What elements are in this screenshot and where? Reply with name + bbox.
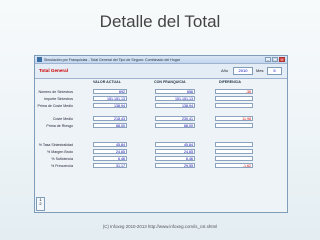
form-header: Total General Año 2010 Mes 5 — [35, 64, 287, 79]
value-diferencia-cell: -1,62 — [215, 163, 253, 168]
value-actual-cell: 151.151,13 — [93, 96, 127, 101]
value-diferencia-cell — [215, 149, 253, 154]
value-diferencia-cell: -36 — [215, 89, 253, 94]
row-label: % Tasa Siniestralidad — [38, 143, 73, 147]
app-icon — [37, 57, 42, 62]
value-diferencia-cell — [215, 103, 253, 108]
value-franquicia-cell: 24,65 — [155, 149, 195, 154]
value-actual-cell: 692 — [93, 89, 127, 94]
close-icon[interactable]: × — [279, 57, 285, 62]
month-field[interactable]: 5 — [267, 67, 282, 75]
value-diferencia-cell — [215, 142, 253, 147]
value-diferencia-cell: 11,98 — [215, 116, 253, 121]
window-titlebar: Simulación por Franquicias - Total Gener… — [35, 56, 287, 64]
section-title: Total General — [39, 68, 69, 73]
column-header-con-franquicia: CON FRANQUICIA — [154, 80, 186, 84]
value-franquicia-cell: 656 — [155, 89, 195, 94]
minimize-icon[interactable]: – — [265, 57, 271, 62]
value-diferencia-cell — [215, 96, 253, 101]
row-label: Número de Siniestros — [38, 90, 73, 94]
row-label: Prima de Coste Medio — [37, 104, 73, 108]
month-label: Mes — [256, 68, 264, 73]
row-label: % Suficiencia — [51, 157, 73, 161]
column-header-diferencia: DIFERENCIA — [219, 80, 241, 84]
row-label: Coste Medio — [52, 117, 73, 121]
nav-item[interactable]: 2 — [37, 202, 44, 206]
value-diferencia-cell — [215, 123, 253, 128]
value-actual-cell: 31,17 — [93, 163, 127, 168]
value-franquicia-cell: 68,00 — [155, 123, 195, 128]
value-diferencia-cell — [215, 156, 253, 161]
maximize-icon[interactable]: □ — [272, 57, 278, 62]
row-label: % Frecuencia — [51, 164, 73, 168]
value-franquicia-cell: 151.151,13 — [155, 96, 195, 101]
value-actual-cell: 218,43 — [93, 116, 127, 121]
year-label: Año — [221, 68, 229, 73]
value-franquicia-cell: 29,55 — [155, 163, 195, 168]
value-actual-cell: 138,94 — [93, 103, 127, 108]
value-franquicia-cell: 138,94 — [155, 103, 195, 108]
value-actual-cell: 24,65 — [93, 149, 127, 154]
window-title: Simulación por Franquicias - Total Gener… — [44, 57, 180, 62]
value-franquicia-cell: 6,46 — [155, 156, 195, 161]
row-label: % Margen Bruto — [47, 150, 73, 154]
app-window: Simulación por Franquicias - Total Gener… — [34, 55, 288, 213]
column-header-valor-actual: VALOR ACTUAL — [93, 80, 121, 84]
value-actual-cell: 6,46 — [93, 156, 127, 161]
value-actual-cell: 68,00 — [93, 123, 127, 128]
value-franquicia-cell: 45,84 — [155, 142, 195, 147]
slide-title: Detalle del Total — [99, 12, 221, 31]
value-franquicia-cell: 230,41 — [155, 116, 195, 121]
value-actual-cell: 45,84 — [93, 142, 127, 147]
slide-footer: (C) Infoxeg 2010-2013 http://www.infoxeg… — [102, 224, 218, 229]
row-label: Prima de Riesgo — [46, 124, 73, 128]
year-field[interactable]: 2010 — [233, 67, 253, 75]
record-navigator[interactable]: 1 2 — [36, 197, 45, 211]
row-label: Importe Siniestros — [44, 97, 73, 101]
